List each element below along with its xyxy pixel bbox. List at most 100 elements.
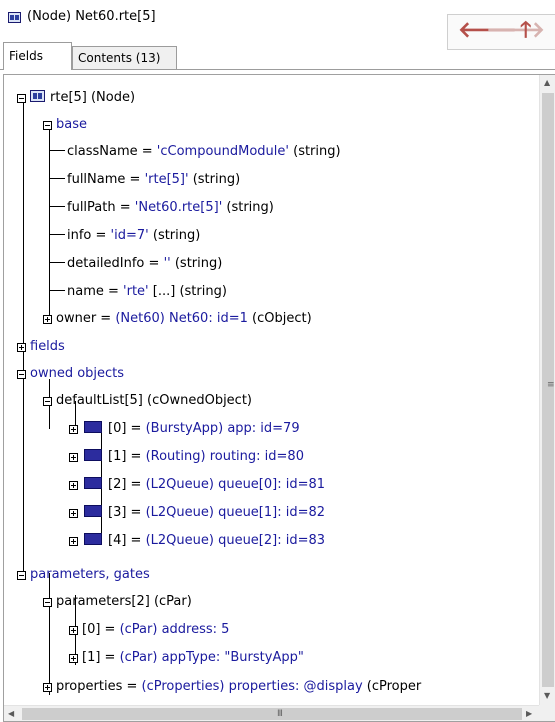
item-value: (L2Queue) queue[1]: id=82 — [145, 505, 326, 520]
grip-icon: ≡ — [547, 380, 555, 390]
item-index: [3] = — [108, 505, 146, 520]
scroll-up-arrow-icon[interactable]: ▲ — [544, 78, 550, 87]
expand-value-link[interactable]: [...] — [149, 284, 176, 299]
object-icon — [84, 505, 102, 517]
field-value: 'cCompoundModule' — [156, 144, 289, 159]
tree-node-label: rte[5] (Node) — [50, 90, 136, 105]
horizontal-scroll-thumb[interactable]: III — [22, 708, 522, 720]
collapse-icon[interactable] — [17, 571, 26, 580]
grip-icon: III — [277, 709, 283, 719]
expand-icon[interactable] — [69, 537, 78, 546]
field-value: (Net60) Net60: id=1 — [115, 311, 248, 326]
field-key: name = — [67, 284, 124, 299]
vertical-scrollbar[interactable]: ▲ ≡ ▼ — [539, 75, 555, 705]
tree-branch — [49, 206, 65, 207]
group-label-base: base — [56, 117, 87, 132]
field-key: properties = — [56, 679, 142, 694]
fields-panel: rte[5] (Node) base className = 'cCompoun… — [3, 74, 555, 722]
module-icon — [8, 12, 21, 23]
collapse-icon[interactable] — [17, 94, 26, 103]
field-value: 'rte' — [123, 284, 149, 299]
field-type: (string) — [170, 256, 223, 271]
tree-node-label: defaultList[5] (cOwnedObject) — [56, 393, 252, 408]
tree-branch — [49, 262, 65, 263]
field-fullname[interactable]: fullName = 'rte[5]' (string) — [67, 170, 240, 190]
collapse-icon[interactable] — [43, 598, 52, 607]
field-value: (cProperties) properties: @display — [141, 679, 363, 694]
field-type: (string) — [222, 200, 274, 215]
field-value: 'rte[5]' — [144, 172, 189, 187]
tree-line — [49, 123, 50, 317]
field-fullpath[interactable]: fullPath = 'Net60.rte[5]' (string) — [67, 198, 274, 218]
object-icon — [84, 421, 102, 433]
expand-icon[interactable] — [69, 509, 78, 518]
tab-contents[interactable]: Contents (13) — [72, 46, 177, 69]
field-value: 'id=7' — [110, 228, 149, 243]
horizontal-scrollbar[interactable]: ◀ III ▶ — [4, 705, 539, 721]
scrollbar-corner — [539, 705, 555, 721]
field-type: (string) — [288, 144, 341, 159]
expand-icon[interactable] — [17, 343, 26, 352]
field-type: (string) — [175, 284, 227, 299]
item-index: [4] = — [108, 533, 146, 548]
expand-icon[interactable] — [69, 453, 78, 462]
expand-icon[interactable] — [43, 683, 52, 692]
expand-icon[interactable] — [69, 481, 78, 490]
tree-branch — [49, 150, 65, 151]
item-index: [0] = — [82, 622, 120, 637]
group-label-fields: fields — [30, 339, 65, 354]
module-icon — [30, 90, 45, 102]
field-key: owner = — [56, 311, 116, 326]
scroll-right-arrow-icon[interactable]: ▶ — [526, 709, 532, 718]
field-type: (string) — [188, 172, 241, 187]
window-header: (Node) Net60.rte[5] 🡐 🡒 🡑 — [0, 0, 555, 50]
group-label-params: parameters, gates — [30, 567, 150, 582]
expand-icon[interactable] — [69, 425, 78, 434]
scroll-down-arrow-icon[interactable]: ▼ — [544, 691, 550, 700]
group-label-owned: owned objects — [30, 366, 125, 381]
field-key: fullPath = — [67, 200, 135, 215]
scroll-left-arrow-icon[interactable]: ◀ — [8, 709, 14, 718]
tab-fields[interactable]: Fields — [3, 42, 72, 70]
item-index: [1] = — [108, 449, 146, 464]
collapse-icon[interactable] — [17, 370, 26, 379]
item-value: (L2Queue) queue[0]: id=81 — [145, 477, 326, 492]
item-index: [0] = — [108, 421, 146, 436]
field-key: info = — [67, 228, 111, 243]
field-key: detailedInfo = — [67, 256, 164, 271]
item-index: [1] = — [82, 650, 120, 665]
item-value: (Routing) routing: id=80 — [145, 449, 304, 464]
field-key: fullName = — [67, 172, 145, 187]
field-type: (cObject) — [247, 311, 312, 326]
forward-arrow-icon[interactable]: 🡒 — [486, 18, 545, 44]
field-value: '' — [163, 256, 171, 271]
field-key: className = — [67, 144, 157, 159]
expand-icon[interactable] — [69, 654, 78, 663]
vertical-scroll-thumb[interactable]: ≡ — [542, 93, 555, 687]
field-name[interactable]: name = 'rte' [...] (string) — [67, 282, 227, 302]
tree-branch — [49, 234, 65, 235]
window-title: (Node) Net60.rte[5] — [27, 9, 156, 24]
tree-line — [49, 573, 50, 695]
tree-branch — [49, 178, 65, 179]
item-value: (cPar) appType: "BurstyApp" — [119, 650, 304, 665]
tab-bar: Fields Contents (13) — [0, 42, 555, 70]
tree-line — [23, 96, 24, 572]
field-type: (cProper — [362, 679, 422, 694]
expand-icon[interactable] — [43, 315, 52, 324]
expand-icon[interactable] — [69, 626, 78, 635]
object-tree[interactable]: rte[5] (Node) base className = 'cCompoun… — [4, 75, 539, 705]
collapse-icon[interactable] — [43, 397, 52, 406]
up-arrow-icon[interactable]: 🡑 — [520, 18, 531, 44]
item-value: (L2Queue) queue[2]: id=83 — [145, 533, 326, 548]
field-value: 'Net60.rte[5]' — [134, 200, 223, 215]
item-value: (BurstyApp) app: id=79 — [145, 421, 300, 436]
field-classname[interactable]: className = 'cCompoundModule' (string) — [67, 142, 341, 162]
item-value: (cPar) address: 5 — [119, 622, 230, 637]
object-icon — [84, 533, 102, 545]
collapse-icon[interactable] — [43, 121, 52, 130]
object-icon — [84, 477, 102, 489]
field-info[interactable]: info = 'id=7' (string) — [67, 226, 200, 246]
field-detailedinfo[interactable]: detailedInfo = '' (string) — [67, 254, 222, 274]
tree-branch — [49, 290, 65, 291]
